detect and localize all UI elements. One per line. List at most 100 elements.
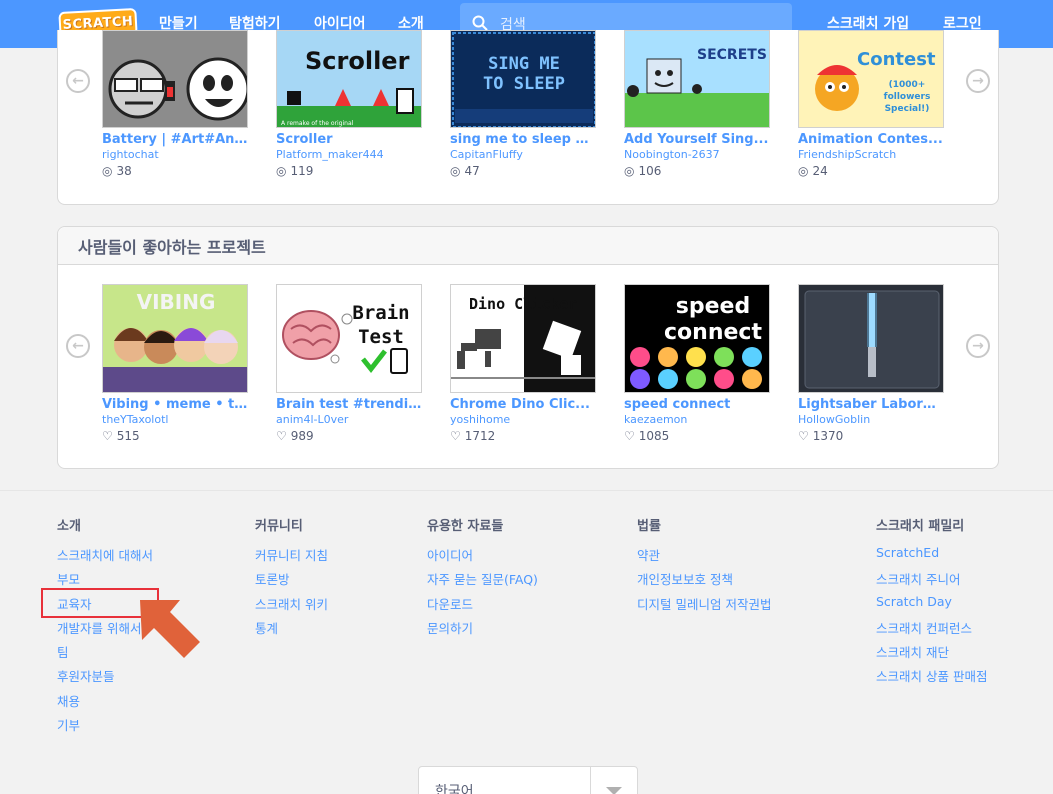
remix-count-value: 47 (464, 164, 480, 178)
project-author[interactable]: kaezaemon (624, 413, 770, 426)
project-thumbnail[interactable] (102, 30, 248, 128)
footer-heading: 커뮤니티 (255, 519, 303, 534)
love-count: ♡ 1370 (798, 429, 948, 443)
project-title[interactable]: Scroller (276, 132, 422, 147)
thumb-text: speed (676, 294, 750, 319)
project-thumbnail[interactable]: Contest (1000+ followers Special!) (798, 30, 944, 128)
heart-icon: ♡ (624, 429, 635, 443)
heart-icon: ♡ (276, 429, 287, 443)
footer-link-scratch-day[interactable]: Scratch Day (876, 594, 987, 618)
footer-link-forums[interactable]: 토론방 (255, 569, 328, 593)
project-author[interactable]: yoshihome (450, 413, 596, 426)
thumb-text: Dino Clicker (469, 295, 577, 313)
remix-icon: ◎ (102, 164, 113, 178)
arrow-left-icon: ← (72, 338, 84, 354)
remix-count: ◎ 47 (450, 164, 600, 178)
remix-count-value: 119 (290, 164, 314, 178)
project-thumbnail[interactable] (798, 284, 944, 393)
footer-link-foundation[interactable]: 스크래치 재단 (876, 642, 987, 666)
footer-link-stats[interactable]: 통계 (255, 618, 328, 642)
project-author[interactable]: anim4l-L0ver (276, 413, 422, 426)
project-title[interactable]: Battery | #Art#Ani... (102, 132, 248, 147)
footer-link-ideas[interactable]: 아이디어 (427, 545, 538, 569)
footer-link-download[interactable]: 다운로드 (427, 594, 538, 618)
remix-count: ◎ 24 (798, 164, 948, 178)
project-author[interactable]: theYTaxolotl (102, 413, 248, 426)
project-title[interactable]: Vibing • meme • toh (102, 397, 248, 412)
project-thumbnail[interactable]: Brain Test (276, 284, 422, 393)
footer-link-scratchjr[interactable]: 스크래치 주니어 (876, 569, 987, 593)
project-author[interactable]: HollowGoblin (798, 413, 944, 426)
search-icon (472, 15, 488, 31)
project-card[interactable]: Brain Test Brain test #trendi... anim4l-… (276, 284, 426, 443)
footer-link-jobs[interactable]: 채용 (57, 691, 153, 715)
thumb-subtext: A remake of the original (281, 120, 354, 127)
project-card[interactable]: VIBING Vibing • meme • toh theYTaxolotl … (102, 284, 252, 443)
project-title[interactable]: Animation Contes... (798, 132, 944, 147)
project-thumbnail[interactable]: VIBING (102, 284, 248, 393)
footer-link-faq[interactable]: 자주 묻는 질문(FAQ) (427, 569, 538, 593)
project-thumbnail[interactable]: Scroller A remake of the original (276, 30, 422, 128)
footer-link-conference[interactable]: 스크래치 컨퍼런스 (876, 618, 987, 642)
footer-family-column: 스크래치 패밀리 ScratchEd 스크래치 주니어 Scratch Day … (876, 515, 987, 691)
project-title[interactable]: Brain test #trendi... (276, 397, 422, 412)
footer-link-guidelines[interactable]: 커뮤니티 지침 (255, 545, 328, 569)
footer-link-terms[interactable]: 약관 (637, 545, 771, 569)
project-thumbnail[interactable]: SECRETS (624, 30, 770, 128)
project-card[interactable]: Dino Clicker Chrome Dino Clic... yoshiho… (450, 284, 600, 443)
carousel-2-prev-button[interactable]: ← (66, 334, 90, 358)
project-card[interactable]: SING ME TO SLEEP sing me to sleep ↓... C… (450, 30, 600, 178)
thumb-text: connect (664, 320, 762, 345)
project-card[interactable]: Scroller A remake of the original Scroll… (276, 30, 426, 178)
project-author[interactable]: Platform_maker444 (276, 148, 422, 161)
footer-link-privacy[interactable]: 개인정보보호 정책 (637, 569, 771, 593)
project-card[interactable]: SECRETS Add Yourself Sing... Noobington-… (624, 30, 774, 178)
project-thumbnail[interactable]: Dino Clicker (450, 284, 596, 393)
project-thumbnail[interactable]: SING ME TO SLEEP (450, 30, 596, 128)
footer-link-store[interactable]: 스크래치 상품 판매점 (876, 666, 987, 690)
carousel-1-prev-button[interactable]: ← (66, 69, 90, 93)
project-author[interactable]: rightochat (102, 148, 248, 161)
arrow-left-icon: ← (72, 73, 84, 89)
thumb-text: SING ME (488, 54, 560, 74)
project-title[interactable]: sing me to sleep ↓... (450, 132, 596, 147)
love-count-value: 1085 (638, 429, 670, 443)
remix-count: ◎ 106 (624, 164, 774, 178)
footer-link-contact[interactable]: 문의하기 (427, 618, 538, 642)
footer-link-donate[interactable]: 기부 (57, 715, 153, 739)
heart-icon: ♡ (450, 429, 461, 443)
project-title[interactable]: Add Yourself Sing... (624, 132, 770, 147)
language-value: 한국어 (435, 784, 474, 794)
project-author[interactable]: CapitanFluffy (450, 148, 596, 161)
footer-community-column: 커뮤니티 커뮤니티 지침 토론방 스크래치 위키 통계 (255, 515, 328, 642)
remix-count-value: 24 (812, 164, 828, 178)
footer-link-supporters[interactable]: 후원자분들 (57, 666, 153, 690)
project-card[interactable]: Battery | #Art#Ani... rightochat ◎ 38 (102, 30, 252, 178)
project-title[interactable]: Chrome Dino Clic... (450, 397, 596, 412)
project-card[interactable]: Contest (1000+ followers Special!) Anima… (798, 30, 948, 178)
footer-link-wiki[interactable]: 스크래치 위키 (255, 594, 328, 618)
project-thumbnail[interactable]: speed connect (624, 284, 770, 393)
select-divider (590, 767, 591, 794)
carousel-2-next-button[interactable]: → (966, 334, 990, 358)
remix-count: ◎ 119 (276, 164, 426, 178)
project-title[interactable]: speed connect (624, 397, 770, 412)
footer-link-about-scratch[interactable]: 스크래치에 대해서 (57, 545, 153, 569)
thumb-text: Test (358, 326, 404, 348)
footer-link-scratched[interactable]: ScratchEd (876, 545, 987, 569)
arrow-right-icon: → (972, 73, 984, 89)
project-author[interactable]: FriendshipScratch (798, 148, 944, 161)
footer-heading: 스크래치 패밀리 (876, 519, 965, 534)
language-select[interactable]: 한국어 (418, 766, 638, 794)
project-card[interactable]: speed connect speed connect kaezaemon ♡ 1… (624, 284, 774, 443)
project-title[interactable]: Lightsaber Labora... (798, 397, 944, 412)
love-count-value: 989 (290, 429, 314, 443)
thumb-text: (1000+ (889, 80, 926, 90)
thumb-text: TO SLEEP (483, 74, 565, 94)
project-author[interactable]: Noobington-2637 (624, 148, 770, 161)
project-card[interactable]: Lightsaber Labora... HollowGoblin ♡ 1370 (798, 284, 948, 443)
thumb-text: Brain (352, 302, 409, 324)
footer-resources-column: 유용한 자료들 아이디어 자주 묻는 질문(FAQ) 다운로드 문의하기 (427, 515, 538, 642)
carousel-1-next-button[interactable]: → (966, 69, 990, 93)
footer-link-dmca[interactable]: 디지털 밀레니엄 저작권법 (637, 594, 771, 618)
